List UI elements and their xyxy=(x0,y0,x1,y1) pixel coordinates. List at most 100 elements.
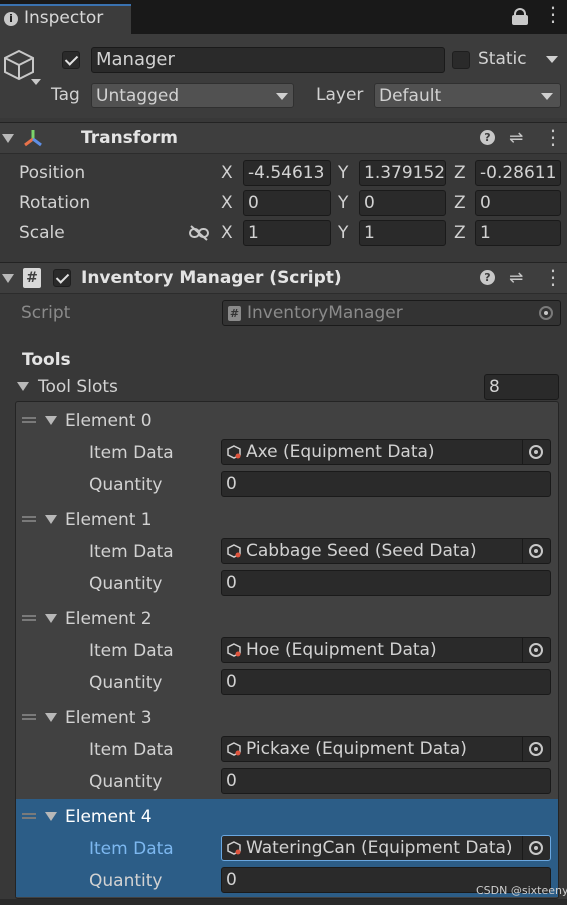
lock-icon-body xyxy=(512,15,528,25)
script-foldout-icon[interactable] xyxy=(2,274,14,283)
element-foldout-icon[interactable] xyxy=(45,812,57,821)
item-data-field[interactable]: Pickaxe (Equipment Data) xyxy=(221,736,551,762)
item-data-label: Item Data xyxy=(89,740,174,760)
rotation-y-field[interactable]: 0 xyxy=(359,190,446,216)
script-hash-icon: # xyxy=(228,306,241,321)
item-data-value: Hoe (Equipment Data) xyxy=(246,640,437,660)
item-data-label: Item Data xyxy=(89,443,174,463)
static-dropdown-arrow-icon[interactable] xyxy=(546,56,558,63)
presets-sliders-icon[interactable]: ⇌ xyxy=(509,128,523,148)
item-data-field[interactable]: Cabbage Seed (Seed Data) xyxy=(221,538,551,564)
axis-z-label: Z xyxy=(454,193,466,213)
drag-handle-icon[interactable] xyxy=(22,615,36,621)
scriptable-object-icon xyxy=(227,841,241,855)
object-name-field[interactable]: Manager xyxy=(91,47,445,73)
script-label: Script xyxy=(21,303,71,323)
script-enabled-checkbox[interactable] xyxy=(53,269,71,287)
component-menu-icon[interactable]: ⋮ xyxy=(543,127,563,147)
object-picker-icon[interactable] xyxy=(529,445,543,459)
axis-y-label: Y xyxy=(338,223,349,243)
transform-foldout-icon[interactable] xyxy=(2,134,14,143)
tag-dropdown[interactable]: Untagged xyxy=(91,83,294,108)
transform-title: Transform xyxy=(81,128,178,148)
scale-z-field[interactable]: 1 xyxy=(475,220,561,246)
inspector-tab[interactable]: i Inspector xyxy=(0,4,131,34)
picker-divider xyxy=(522,737,523,761)
quantity-field[interactable]: 0 xyxy=(221,471,551,497)
kebab-menu-icon[interactable]: ⋮ xyxy=(543,4,563,24)
object-picker-icon[interactable] xyxy=(529,544,543,558)
unlinked-chain-icon[interactable] xyxy=(188,224,210,242)
object-picker-icon[interactable] xyxy=(539,306,553,320)
chevron-down-icon xyxy=(541,93,553,100)
picker-divider xyxy=(522,440,523,464)
component-menu-icon[interactable]: ⋮ xyxy=(543,267,563,287)
static-checkbox[interactable] xyxy=(452,51,470,69)
quantity-field[interactable]: 0 xyxy=(221,669,551,695)
item-data-field[interactable]: Hoe (Equipment Data) xyxy=(221,637,551,663)
element-label: Element 3 xyxy=(65,708,152,728)
element-foldout-icon[interactable] xyxy=(45,713,57,722)
axis-x-label: X xyxy=(221,193,233,213)
item-data-field[interactable]: WateringCan (Equipment Data) xyxy=(221,835,551,861)
quantity-field[interactable]: 0 xyxy=(221,570,551,596)
scale-y-field[interactable]: 1 xyxy=(359,220,446,246)
item-data-label: Item Data xyxy=(89,641,174,661)
drag-handle-icon[interactable] xyxy=(22,714,36,720)
info-icon: i xyxy=(4,12,18,26)
quantity-label: Quantity xyxy=(89,475,163,495)
element-foldout-icon[interactable] xyxy=(45,614,57,623)
help-icon[interactable]: ? xyxy=(480,130,495,145)
script-field[interactable]: # InventoryManager xyxy=(222,300,561,326)
item-data-label: Item Data xyxy=(89,839,174,859)
axis-z-label: Z xyxy=(454,163,466,183)
element-label: Element 4 xyxy=(65,807,152,827)
rotation-x-field[interactable]: 0 xyxy=(243,190,331,216)
item-data-value: Pickaxe (Equipment Data) xyxy=(246,739,467,759)
script-component-title: Inventory Manager (Script) xyxy=(81,268,342,288)
tag-label: Tag xyxy=(51,85,80,105)
list-item[interactable]: Element 2 Item Data Hoe (Equipment Data)… xyxy=(16,601,558,699)
scale-label: Scale xyxy=(19,223,65,243)
active-checkbox[interactable] xyxy=(62,51,80,69)
drag-handle-icon[interactable] xyxy=(22,813,36,819)
quantity-field[interactable]: 0 xyxy=(221,768,551,794)
item-data-value: Cabbage Seed (Seed Data) xyxy=(246,541,477,561)
tool-slots-size-field[interactable]: 8 xyxy=(484,374,559,400)
item-data-field[interactable]: Axe (Equipment Data) xyxy=(221,439,551,465)
element-foldout-icon[interactable] xyxy=(45,515,57,524)
drag-handle-icon[interactable] xyxy=(22,516,36,522)
picker-divider xyxy=(522,836,523,860)
layer-dropdown[interactable]: Default xyxy=(374,83,561,108)
position-z-field[interactable]: -0.28611 xyxy=(475,160,561,186)
list-item[interactable]: Element 0 Item Data Axe (Equipment Data)… xyxy=(16,403,558,501)
item-data-value: WateringCan (Equipment Data) xyxy=(246,838,513,858)
tool-slots-label[interactable]: Tool Slots xyxy=(38,377,118,397)
tools-header: Tools xyxy=(22,350,71,370)
element-foldout-icon[interactable] xyxy=(45,416,57,425)
inspector-tab-label: Inspector xyxy=(24,8,104,28)
object-picker-icon[interactable] xyxy=(529,742,543,756)
list-item[interactable]: Element 3 Item Data Pickaxe (Equipment D… xyxy=(16,700,558,798)
object-picker-icon[interactable] xyxy=(529,841,543,855)
axis-x-label: X xyxy=(221,223,233,243)
icon-dropdown-arrow-icon[interactable] xyxy=(31,79,41,85)
position-y-field[interactable]: 1.379152 xyxy=(359,160,446,186)
help-icon[interactable]: ? xyxy=(480,270,495,285)
scale-x-field[interactable]: 1 xyxy=(243,220,331,246)
list-item[interactable]: Element 4 Item Data WateringCan (Equipme… xyxy=(16,799,558,897)
gameobject-cube-icon xyxy=(4,49,34,81)
script-value: InventoryManager xyxy=(247,303,403,323)
position-x-field[interactable]: -4.54613 xyxy=(243,160,331,186)
rotation-z-field[interactable]: 0 xyxy=(475,190,561,216)
element-label: Element 0 xyxy=(65,411,152,431)
axis-z-label: Z xyxy=(454,223,466,243)
object-picker-icon[interactable] xyxy=(529,643,543,657)
scriptable-object-icon xyxy=(227,445,241,459)
list-item[interactable]: Element 1 Item Data Cabbage Seed (Seed D… xyxy=(16,502,558,600)
drag-handle-icon[interactable] xyxy=(22,417,36,423)
axis-x-label: X xyxy=(221,163,233,183)
presets-sliders-icon[interactable]: ⇌ xyxy=(509,268,523,288)
quantity-label: Quantity xyxy=(89,574,163,594)
tool-slots-foldout-icon[interactable] xyxy=(17,382,29,391)
